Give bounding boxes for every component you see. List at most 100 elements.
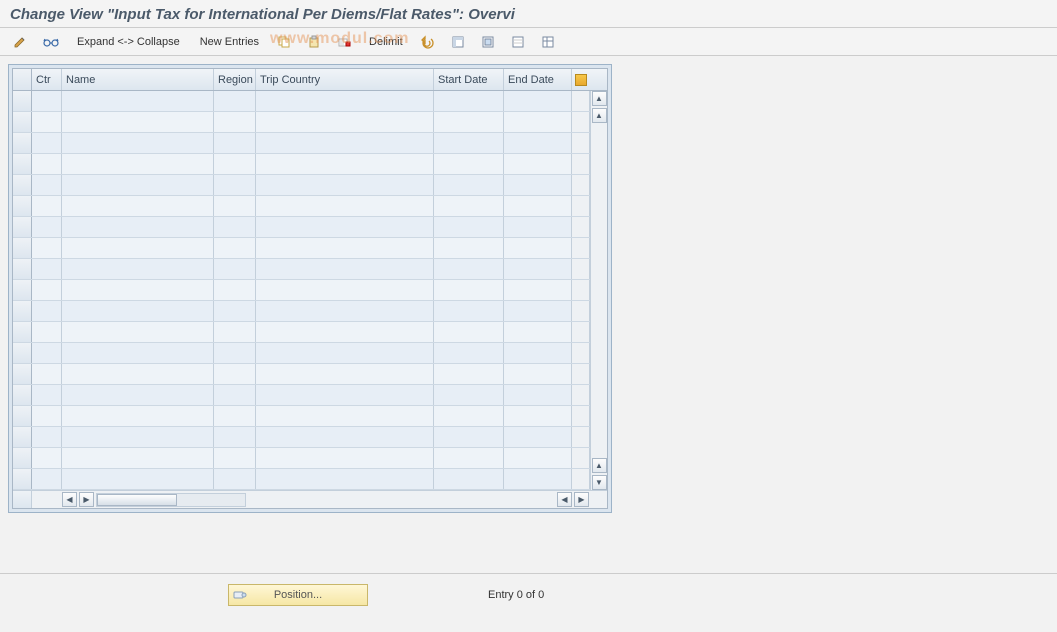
row-selector[interactable]: [13, 238, 32, 258]
cell-ctr[interactable]: [32, 280, 62, 300]
cell-ctr[interactable]: [32, 427, 62, 447]
input-trip-country[interactable]: [260, 322, 429, 342]
cell-end-date[interactable]: [504, 217, 572, 237]
input-name[interactable]: [66, 301, 209, 321]
input-end-date[interactable]: [508, 364, 567, 384]
input-start-date[interactable]: [438, 343, 499, 363]
cell-trip-country[interactable]: [256, 406, 434, 426]
column-header-region[interactable]: Region: [214, 69, 256, 90]
cell-name[interactable]: [62, 469, 214, 489]
input-start-date[interactable]: [438, 364, 499, 384]
cell-region[interactable]: [214, 280, 256, 300]
row-selector[interactable]: [13, 322, 32, 342]
cell-trip-country[interactable]: [256, 427, 434, 447]
cell-name[interactable]: [62, 427, 214, 447]
input-region[interactable]: [218, 154, 251, 174]
input-ctr[interactable]: [36, 112, 57, 132]
input-start-date[interactable]: [438, 280, 499, 300]
cell-name[interactable]: [62, 385, 214, 405]
new-entries-button[interactable]: New Entries: [193, 32, 266, 52]
cell-start-date[interactable]: [434, 469, 504, 489]
input-name[interactable]: [66, 196, 209, 216]
input-start-date[interactable]: [438, 133, 499, 153]
column-header-name[interactable]: Name: [62, 69, 214, 90]
cell-region[interactable]: [214, 364, 256, 384]
row-selector[interactable]: [13, 217, 32, 237]
input-trip-country[interactable]: [260, 427, 429, 447]
cell-start-date[interactable]: [434, 238, 504, 258]
cell-region[interactable]: [214, 427, 256, 447]
cell-ctr[interactable]: [32, 301, 62, 321]
cell-ctr[interactable]: [32, 259, 62, 279]
input-trip-country[interactable]: [260, 301, 429, 321]
input-ctr[interactable]: [36, 343, 57, 363]
input-trip-country[interactable]: [260, 175, 429, 195]
input-trip-country[interactable]: [260, 406, 429, 426]
cell-trip-country[interactable]: [256, 385, 434, 405]
cell-ctr[interactable]: [32, 217, 62, 237]
cell-start-date[interactable]: [434, 154, 504, 174]
cell-name[interactable]: [62, 406, 214, 426]
row-selector[interactable]: [13, 259, 32, 279]
delete-button[interactable]: [332, 32, 356, 52]
cell-ctr[interactable]: [32, 364, 62, 384]
input-start-date[interactable]: [438, 91, 499, 111]
cell-end-date[interactable]: [504, 133, 572, 153]
cell-name[interactable]: [62, 280, 214, 300]
input-end-date[interactable]: [508, 259, 567, 279]
input-end-date[interactable]: [508, 406, 567, 426]
input-trip-country[interactable]: [260, 280, 429, 300]
cell-name[interactable]: [62, 154, 214, 174]
input-name[interactable]: [66, 112, 209, 132]
cell-start-date[interactable]: [434, 259, 504, 279]
cell-end-date[interactable]: [504, 322, 572, 342]
cell-ctr[interactable]: [32, 469, 62, 489]
select-block-button[interactable]: [476, 32, 500, 52]
cell-ctr[interactable]: [32, 343, 62, 363]
input-end-date[interactable]: [508, 343, 567, 363]
undo-button[interactable]: [416, 32, 440, 52]
cell-region[interactable]: [214, 406, 256, 426]
input-name[interactable]: [66, 427, 209, 447]
input-name[interactable]: [66, 448, 209, 468]
input-start-date[interactable]: [438, 427, 499, 447]
cell-region[interactable]: [214, 217, 256, 237]
copy-button[interactable]: [272, 32, 296, 52]
cell-start-date[interactable]: [434, 196, 504, 216]
cell-name[interactable]: [62, 175, 214, 195]
input-start-date[interactable]: [438, 469, 499, 489]
row-selector[interactable]: [13, 364, 32, 384]
configuration-button[interactable]: [536, 32, 560, 52]
input-name[interactable]: [66, 322, 209, 342]
input-region[interactable]: [218, 259, 251, 279]
input-end-date[interactable]: [508, 196, 567, 216]
cell-start-date[interactable]: [434, 322, 504, 342]
cell-trip-country[interactable]: [256, 196, 434, 216]
input-trip-country[interactable]: [260, 364, 429, 384]
input-region[interactable]: [218, 112, 251, 132]
input-end-date[interactable]: [508, 154, 567, 174]
scroll-left-end-button[interactable]: ◀: [557, 492, 572, 507]
input-name[interactable]: [66, 385, 209, 405]
input-name[interactable]: [66, 280, 209, 300]
input-end-date[interactable]: [508, 133, 567, 153]
vertical-scrollbar[interactable]: ▲ ▲ ▲ ▼: [590, 91, 607, 490]
cell-ctr[interactable]: [32, 112, 62, 132]
cell-start-date[interactable]: [434, 91, 504, 111]
cell-start-date[interactable]: [434, 427, 504, 447]
input-region[interactable]: [218, 133, 251, 153]
column-header-start-date[interactable]: Start Date: [434, 69, 504, 90]
cell-region[interactable]: [214, 448, 256, 468]
cell-end-date[interactable]: [504, 91, 572, 111]
cell-region[interactable]: [214, 196, 256, 216]
cell-region[interactable]: [214, 343, 256, 363]
input-trip-country[interactable]: [260, 196, 429, 216]
input-start-date[interactable]: [438, 238, 499, 258]
cell-region[interactable]: [214, 259, 256, 279]
input-ctr[interactable]: [36, 175, 57, 195]
input-name[interactable]: [66, 259, 209, 279]
hscroll-thumb[interactable]: [97, 494, 177, 506]
cell-region[interactable]: [214, 154, 256, 174]
cell-start-date[interactable]: [434, 280, 504, 300]
row-selector[interactable]: [13, 154, 32, 174]
